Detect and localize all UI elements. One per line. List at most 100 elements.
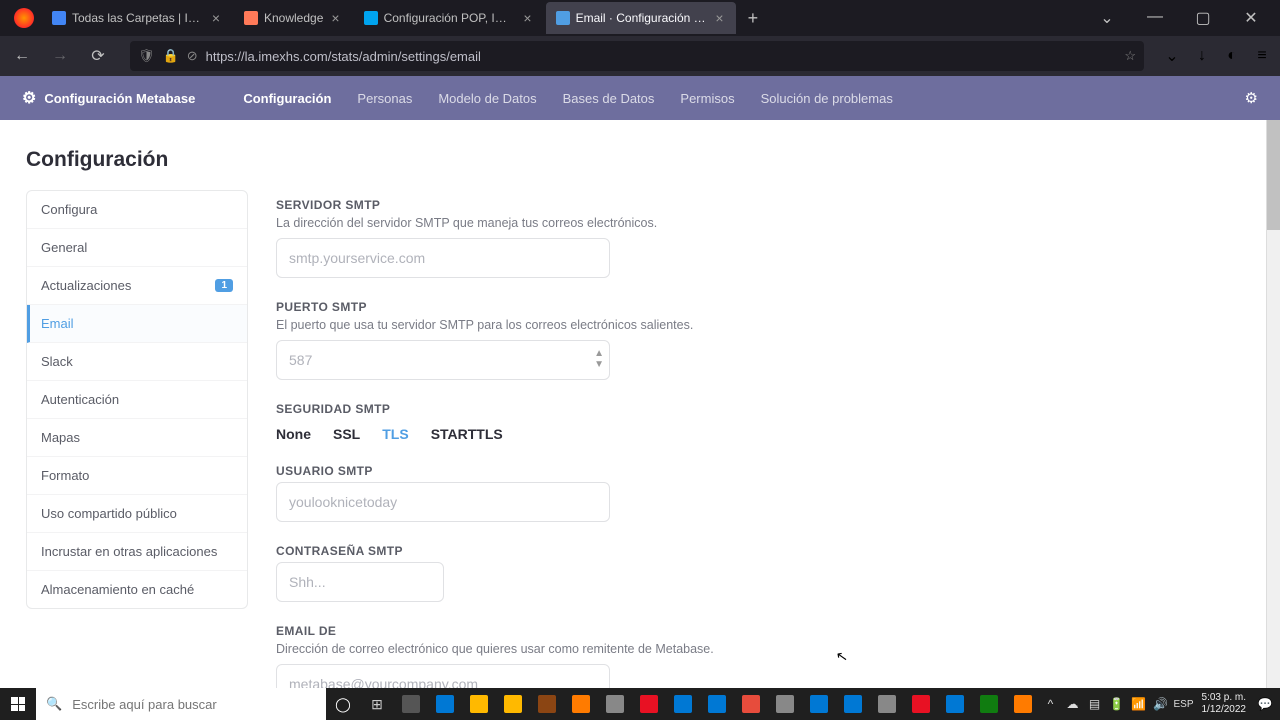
start-button[interactable] [0, 688, 36, 720]
url-text: https://la.imexhs.com/stats/admin/settin… [206, 49, 1117, 64]
nav-permisos[interactable]: Permisos [680, 91, 734, 106]
taskbar-app-icon[interactable] [462, 688, 496, 720]
tray-volume-icon[interactable]: 🔊 [1152, 697, 1170, 711]
nav-personas[interactable]: Personas [357, 91, 412, 106]
nav-modelo-datos[interactable]: Modelo de Datos [438, 91, 536, 106]
taskbar-app-icon[interactable] [530, 688, 564, 720]
taskbar-app-icon[interactable] [598, 688, 632, 720]
smtp-user-input[interactable] [276, 482, 610, 522]
bookmark-star-icon[interactable]: ☆ [1124, 48, 1136, 64]
smtp-port-input[interactable] [276, 340, 610, 380]
taskbar-app-icon[interactable] [870, 688, 904, 720]
pocket-icon[interactable]: ⌄ [1162, 46, 1182, 66]
sec-opt-starttls[interactable]: STARTTLS [431, 426, 503, 442]
email-settings-form: SERVIDOR SMTP La dirección del servidor … [276, 198, 916, 694]
app-top-nav: ⚙ Configuración Metabase Configuración P… [0, 76, 1280, 120]
sec-opt-ssl[interactable]: SSL [333, 426, 360, 442]
tab-close-icon[interactable]: × [210, 10, 222, 26]
taskbar-search-input[interactable] [72, 697, 316, 712]
taskbar-app-icon[interactable] [1006, 688, 1040, 720]
sidebar-item-general[interactable]: General [27, 229, 247, 267]
sidebar-item-formato[interactable]: Formato [27, 457, 247, 495]
taskbar-app-icon[interactable] [700, 688, 734, 720]
sidebar-item-configura[interactable]: Configura [27, 191, 247, 229]
sidebar-item-label: Formato [41, 468, 89, 483]
favicon-icon [364, 11, 378, 25]
scrollbar-thumb[interactable] [1267, 120, 1280, 230]
window-maximize-button[interactable]: ▢ [1188, 8, 1218, 28]
settings-gear-icon[interactable]: ⚙ [1245, 89, 1258, 107]
nav-solucion-problemas[interactable]: Solución de problemas [761, 91, 893, 106]
taskbar-app-icon[interactable] [394, 688, 428, 720]
sidebar-item-label: Mapas [41, 430, 80, 445]
sec-opt-none[interactable]: None [276, 426, 311, 442]
window-minimize-button[interactable]: — [1140, 8, 1170, 28]
taskbar-app-icon[interactable] [972, 688, 1006, 720]
tabs-dropdown-icon[interactable]: ⌄ [1092, 8, 1122, 28]
smtp-pass-input[interactable] [276, 562, 444, 602]
settings-sidebar: Configura General Actualizaciones1 Email… [26, 190, 248, 609]
account-icon[interactable]: ◐ [1222, 47, 1242, 65]
smtp-host-desc: La dirección del servidor SMTP que manej… [276, 216, 916, 230]
taskbar-app-icon[interactable] [734, 688, 768, 720]
taskbar-app-icon[interactable] [836, 688, 870, 720]
tab-close-icon[interactable]: × [713, 10, 725, 26]
tab-title: Email · Configuración · Admin · [576, 11, 708, 25]
browser-tab[interactable]: Configuración POP, IMAP y SM × [354, 2, 544, 34]
sidebar-item-email[interactable]: Email [27, 305, 247, 343]
search-icon: 🔍 [46, 696, 62, 712]
browser-tab[interactable]: Knowledge × [234, 2, 352, 34]
nav-configuracion[interactable]: Configuración [243, 91, 331, 106]
app-brand[interactable]: ⚙ Configuración Metabase [22, 88, 195, 108]
window-close-button[interactable]: ✕ [1236, 8, 1266, 28]
browser-tab-active[interactable]: Email · Configuración · Admin · × [546, 2, 736, 34]
taskbar-app-icon[interactable] [496, 688, 530, 720]
tray-battery-icon[interactable]: 🔋 [1108, 697, 1126, 711]
sec-opt-tls[interactable]: TLS [382, 426, 408, 442]
tab-close-icon[interactable]: × [329, 10, 341, 26]
taskbar-app-icon[interactable] [802, 688, 836, 720]
nav-bases-datos[interactable]: Bases de Datos [563, 91, 655, 106]
page-title: Configuración [26, 148, 168, 172]
tray-app-icon[interactable]: ▤ [1086, 697, 1104, 711]
tab-close-icon[interactable]: × [521, 10, 533, 26]
tray-onedrive-icon[interactable]: ☁ [1064, 697, 1082, 711]
sidebar-item-caching[interactable]: Almacenamiento en caché [27, 571, 247, 608]
taskbar-app-icon[interactable] [904, 688, 938, 720]
app-menu-icon[interactable]: ≡ [1252, 47, 1272, 65]
sidebar-item-sharing[interactable]: Uso compartido público [27, 495, 247, 533]
tray-overflow-icon[interactable]: ^ [1042, 697, 1060, 711]
sidebar-item-autenticacion[interactable]: Autenticación [27, 381, 247, 419]
url-box[interactable]: 🛡 🔒 ⊘ https://la.imexhs.com/stats/admin/… [130, 41, 1144, 71]
number-spinner-icon[interactable]: ▲▼ [594, 348, 604, 370]
sidebar-item-actualizaciones[interactable]: Actualizaciones1 [27, 267, 247, 305]
new-tab-button[interactable]: + [738, 8, 769, 29]
taskbar-app-icon[interactable] [632, 688, 666, 720]
reload-button[interactable]: ⟳ [84, 42, 112, 70]
vertical-scrollbar[interactable] [1266, 120, 1280, 694]
task-view-icon[interactable]: ◯ [326, 688, 360, 720]
sidebar-item-mapas[interactable]: Mapas [27, 419, 247, 457]
browser-tab[interactable]: Todas las Carpetas | Imexl IS (L × [42, 2, 232, 34]
tab-title: Todas las Carpetas | Imexl IS (L [72, 11, 204, 25]
taskbar-app-icon[interactable] [938, 688, 972, 720]
taskbar-search[interactable]: 🔍 [36, 688, 326, 720]
lock-icon: 🔒 [163, 48, 179, 64]
tray-lang[interactable]: ESP [1174, 699, 1192, 710]
taskbar-app-icon[interactable] [768, 688, 802, 720]
sidebar-item-embedding[interactable]: Incrustar en otras aplicaciones [27, 533, 247, 571]
system-tray: ^ ☁ ▤ 🔋 📶 🔊 ESP 5:03 p. m. 1/12/2022 💬 [1042, 688, 1280, 720]
taskbar-app-icon[interactable] [564, 688, 598, 720]
tab-title: Knowledge [264, 11, 323, 25]
smtp-host-input[interactable] [276, 238, 610, 278]
cortana-icon[interactable]: ⊞ [360, 688, 394, 720]
back-button[interactable]: ← [8, 42, 36, 70]
notifications-icon[interactable]: 💬 [1256, 697, 1274, 711]
taskbar-app-icon[interactable] [666, 688, 700, 720]
downloads-icon[interactable]: ↓ [1192, 47, 1212, 65]
forward-button[interactable]: → [46, 42, 74, 70]
tray-wifi-icon[interactable]: 📶 [1130, 697, 1148, 711]
sidebar-item-slack[interactable]: Slack [27, 343, 247, 381]
taskbar-clock[interactable]: 5:03 p. m. 1/12/2022 [1196, 692, 1253, 716]
taskbar-app-icon[interactable] [428, 688, 462, 720]
